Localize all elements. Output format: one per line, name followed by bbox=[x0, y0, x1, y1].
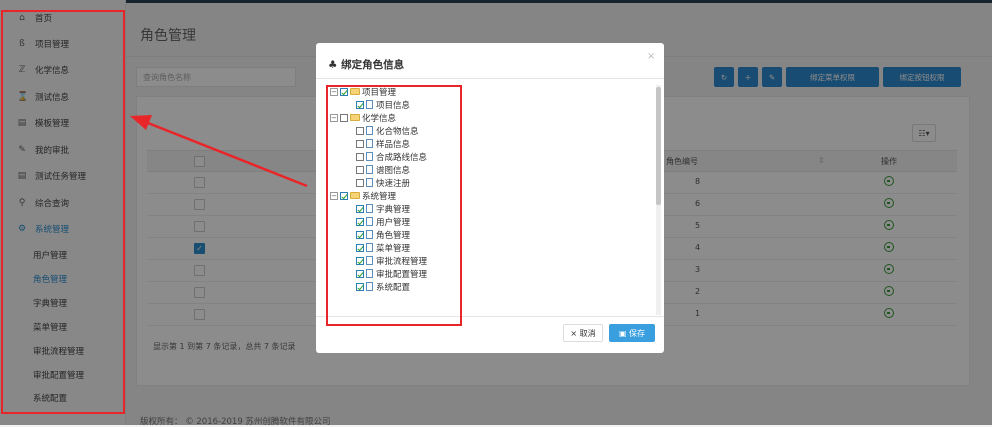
cancel-button[interactable]: × 取消 bbox=[563, 324, 603, 342]
modal-title-text: 绑定角色信息 bbox=[341, 59, 405, 71]
close-icon[interactable]: × bbox=[647, 51, 655, 62]
annotation-box-tree bbox=[326, 85, 462, 326]
tree-scrollbar[interactable] bbox=[656, 85, 661, 315]
sitemap-icon: ♣ bbox=[328, 59, 338, 71]
save-button[interactable]: ▣ 保存 bbox=[609, 324, 655, 342]
scrollbar-thumb[interactable] bbox=[656, 87, 661, 205]
divider bbox=[316, 78, 664, 79]
modal-title: ♣ 绑定角色信息 bbox=[328, 57, 404, 72]
annotation-box-sidebar bbox=[1, 10, 125, 414]
